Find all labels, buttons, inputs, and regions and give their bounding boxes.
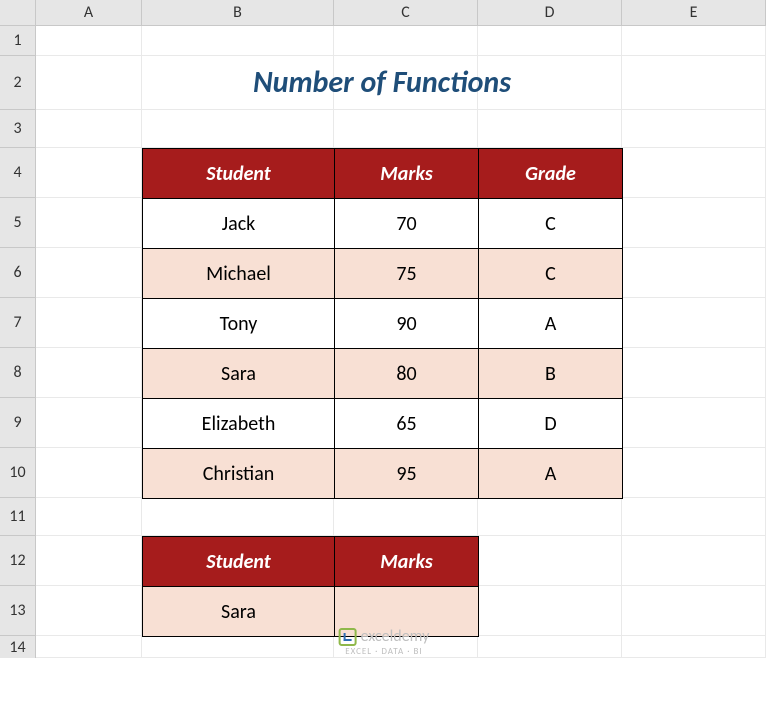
row-headers: 1234567891011121314 — [0, 26, 36, 658]
cell-student[interactable]: Elizabeth — [143, 399, 335, 449]
row-header-9[interactable]: 9 — [0, 398, 36, 448]
row-header-2[interactable]: 2 — [0, 56, 36, 110]
col-header-marks[interactable]: Marks — [335, 149, 479, 199]
table-row: Sara — [143, 587, 479, 637]
cell-grade[interactable]: C — [479, 199, 623, 249]
students-table: Student Marks Grade Jack70CMichael75CTon… — [142, 148, 623, 499]
column-header-D[interactable]: D — [478, 0, 622, 26]
column-header-B[interactable]: B — [142, 0, 334, 26]
table-row: Michael75C — [143, 249, 623, 299]
row-header-4[interactable]: 4 — [0, 148, 36, 198]
table-row: Sara80B — [143, 349, 623, 399]
cell-marks[interactable]: 95 — [335, 449, 479, 499]
column-header-C[interactable]: C — [334, 0, 478, 26]
cell-student[interactable]: Christian — [143, 449, 335, 499]
table-row: Christian95A — [143, 449, 623, 499]
cell-grade[interactable]: B — [479, 349, 623, 399]
table-row: Jack70C — [143, 199, 623, 249]
lookup-header-marks[interactable]: Marks — [335, 537, 479, 587]
col-header-student[interactable]: Student — [143, 149, 335, 199]
cell-marks[interactable]: 90 — [335, 299, 479, 349]
row-header-8[interactable]: 8 — [0, 348, 36, 398]
row-header-1[interactable]: 1 — [0, 26, 36, 56]
row-header-11[interactable]: 11 — [0, 498, 36, 536]
table-row: Elizabeth65D — [143, 399, 623, 449]
column-header-A[interactable]: A — [36, 0, 142, 26]
select-all-corner[interactable] — [0, 0, 36, 26]
table-row: Tony90A — [143, 299, 623, 349]
cell-student[interactable]: Tony — [143, 299, 335, 349]
worksheet: ABCDE 1234567891011121314 Number of Func… — [0, 0, 768, 705]
cell-grade[interactable]: D — [479, 399, 623, 449]
cell-marks[interactable]: 65 — [335, 399, 479, 449]
row-header-10[interactable]: 10 — [0, 448, 36, 498]
col-header-grade[interactable]: Grade — [479, 149, 623, 199]
lookup-cell-student[interactable]: Sara — [143, 587, 335, 637]
lookup-header-student[interactable]: Student — [143, 537, 335, 587]
lookup-table: Student Marks Sara — [142, 536, 479, 637]
cell-student[interactable]: Jack — [143, 199, 335, 249]
lookup-cell-marks[interactable] — [335, 587, 479, 637]
row-header-5[interactable]: 5 — [0, 198, 36, 248]
row-header-13[interactable]: 13 — [0, 586, 36, 636]
cell-grade[interactable]: A — [479, 299, 623, 349]
row-header-3[interactable]: 3 — [0, 110, 36, 148]
cell-grade[interactable]: C — [479, 249, 623, 299]
cell-student[interactable]: Michael — [143, 249, 335, 299]
row-header-7[interactable]: 7 — [0, 298, 36, 348]
column-header-E[interactable]: E — [622, 0, 766, 26]
page-title: Number of Functions — [142, 56, 622, 110]
cell-grade[interactable]: A — [479, 449, 623, 499]
row-header-14[interactable]: 14 — [0, 636, 36, 658]
cell-student[interactable]: Sara — [143, 349, 335, 399]
cell-marks[interactable]: 75 — [335, 249, 479, 299]
row-header-6[interactable]: 6 — [0, 248, 36, 298]
row-header-12[interactable]: 12 — [0, 536, 36, 586]
column-headers: ABCDE — [0, 0, 766, 26]
cell-marks[interactable]: 80 — [335, 349, 479, 399]
cell-marks[interactable]: 70 — [335, 199, 479, 249]
